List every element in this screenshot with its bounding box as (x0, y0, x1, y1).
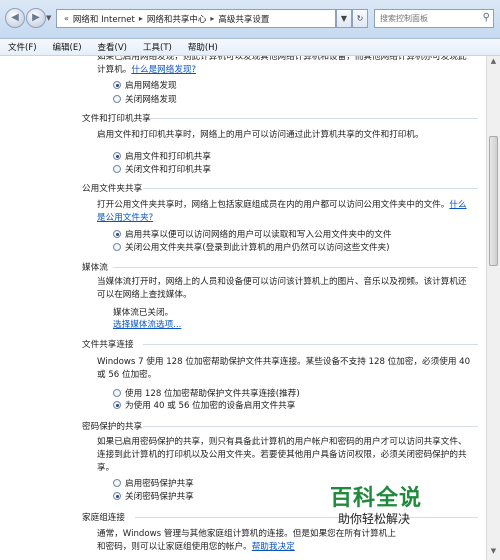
section-title-file-sharing-connections: 文件共享连接 (82, 340, 134, 350)
radio-disable-file-printer[interactable]: 关闭文件和打印机共享 (113, 163, 211, 175)
public-folder-desc: 打开公用文件夹共享时，网络上包括家庭组成员在内的用户都可以访问公用文件夹中的文件… (97, 200, 467, 223)
watermark-title: 百科全说 (330, 486, 423, 511)
watermark-subtitle: 助你轻松解决 (338, 512, 411, 526)
scroll-thumb[interactable] (489, 136, 498, 266)
radio-icon[interactable] (113, 95, 121, 103)
network-discovery-link[interactable]: 什么是网络发现? (131, 65, 196, 75)
file-sharing-conn-desc: Windows 7 使用 128 位加密帮助保护文件共享连接。某些设备不支持 1… (97, 357, 471, 380)
breadcrumb-separator-icon: ▸ (138, 14, 143, 23)
history-dropdown-icon[interactable]: ▼ (46, 14, 51, 22)
breadcrumb-network-sharing-center[interactable]: 网络和共享中心 (147, 13, 207, 25)
file-printer-desc: 启用文件和打印机共享时，网络上的用户可以访问通过此计算机共享的文件和打印机。 (97, 130, 424, 140)
address-dropdown-icon[interactable]: ▼ (336, 9, 352, 28)
watermark: 百科全说 助你轻松解决 (330, 480, 480, 540)
media-streaming-desc: 当媒体流打开时，网络上的人员和设备便可以访问该计算机上的图片、音乐以及视频。该计… (97, 277, 467, 300)
back-button[interactable]: ◀ (5, 8, 25, 28)
radio-enable-file-printer[interactable]: 启用文件和打印机共享 (113, 150, 211, 162)
menu-bar: 文件(F) 编辑(E) 查看(V) 工具(T) 帮助(H) (0, 39, 500, 56)
section-title-password-sharing: 密码保护的共享 (82, 422, 143, 432)
radio-selected-icon[interactable] (113, 230, 121, 238)
search-box[interactable]: ⚲ (374, 9, 494, 28)
menu-file[interactable]: 文件(F) (0, 41, 45, 53)
radio-icon[interactable] (113, 243, 121, 251)
breadcrumb-network-internet[interactable]: 网络和 Internet (73, 13, 135, 25)
menu-edit[interactable]: 编辑(E) (45, 41, 90, 53)
menu-tools[interactable]: 工具(T) (135, 41, 180, 53)
radio-selected-icon[interactable] (113, 81, 121, 89)
public-folder-link[interactable]: 什么 (449, 200, 466, 210)
radio-disable-network-discovery[interactable]: 关闭网络发现 (113, 93, 177, 105)
section-title-media-streaming: 媒体流 (82, 263, 108, 273)
menu-view[interactable]: 查看(V) (90, 41, 135, 53)
address-field[interactable]: « 网络和 Internet ▸ 网络和共享中心 ▸ 高级共享设置 (56, 9, 336, 28)
vertical-scrollbar[interactable]: ▲ ▼ (486, 56, 500, 560)
breadcrumb-separator-icon: ▸ (210, 14, 215, 23)
divider (150, 118, 478, 119)
section-title-file-printer: 文件和打印机共享 (82, 114, 151, 124)
section-title-homegroup: 家庭组连接 (82, 513, 125, 523)
breadcrumb-advanced-sharing[interactable]: 高级共享设置 (218, 13, 269, 25)
menu-help[interactable]: 帮助(H) (180, 41, 226, 53)
homegroup-help-link[interactable]: 帮助我决定 (252, 542, 295, 552)
refresh-icon[interactable]: ↻ (352, 9, 368, 28)
network-discovery-desc: 如果已启用网络发现，则此计算机可以发现其他网络计算机和设备，而其他网络计算机亦可… (97, 56, 467, 75)
divider (143, 188, 478, 189)
scroll-down-icon[interactable]: ▼ (487, 547, 500, 559)
breadcrumb-overflow[interactable]: « (64, 14, 69, 23)
search-icon[interactable]: ⚲ (483, 12, 490, 23)
radio-selected-icon[interactable] (113, 401, 121, 409)
radio-selected-icon[interactable] (113, 152, 121, 160)
scroll-up-icon[interactable]: ▲ (487, 57, 500, 69)
radio-128-bit-encryption[interactable]: 使用 128 位加密帮助保护文件共享连接(推荐) (113, 387, 300, 399)
forward-button[interactable]: ▶ (26, 8, 46, 28)
password-sharing-desc: 如果已启用密码保护的共享，则只有具备此计算机的用户帐户和密码的用户才可以访问共享… (97, 437, 467, 473)
radio-enable-public-folder[interactable]: 启用共享以便可以访问网络的用户可以读取和写入公用文件夹中的文件 (113, 228, 391, 240)
divider (113, 267, 478, 268)
radio-enable-network-discovery[interactable]: 启用网络发现 (113, 79, 177, 91)
public-folder-link-cont[interactable]: 是公用文件夹? (97, 213, 153, 223)
radio-icon[interactable] (113, 479, 121, 487)
search-input[interactable] (375, 10, 480, 27)
back-arrow-icon: ◀ (11, 12, 19, 23)
media-streaming-options-link[interactable]: 选择媒体流选项... (113, 319, 181, 332)
radio-icon[interactable] (113, 389, 121, 397)
radio-disable-public-folder[interactable]: 关闭公用文件夹共享(登录到此计算机的用户仍然可以访问这些文件夹) (113, 241, 390, 253)
radio-enable-password-sharing[interactable]: 启用密码保护共享 (113, 477, 194, 489)
radio-disable-password-sharing[interactable]: 关闭密码保护共享 (113, 490, 194, 502)
section-title-public-folder: 公用文件夹共享 (82, 184, 143, 194)
radio-icon[interactable] (113, 165, 121, 173)
radio-40-56-bit-encryption[interactable]: 为使用 40 或 56 位加密的设备启用文件共享 (113, 399, 295, 411)
radio-selected-icon[interactable] (113, 492, 121, 500)
address-bar: ◀ ▶ ▼ « 网络和 Internet ▸ 网络和共享中心 ▸ 高级共享设置 … (0, 0, 500, 39)
forward-arrow-icon: ▶ (32, 12, 40, 23)
divider (143, 344, 478, 345)
divider (143, 426, 478, 427)
